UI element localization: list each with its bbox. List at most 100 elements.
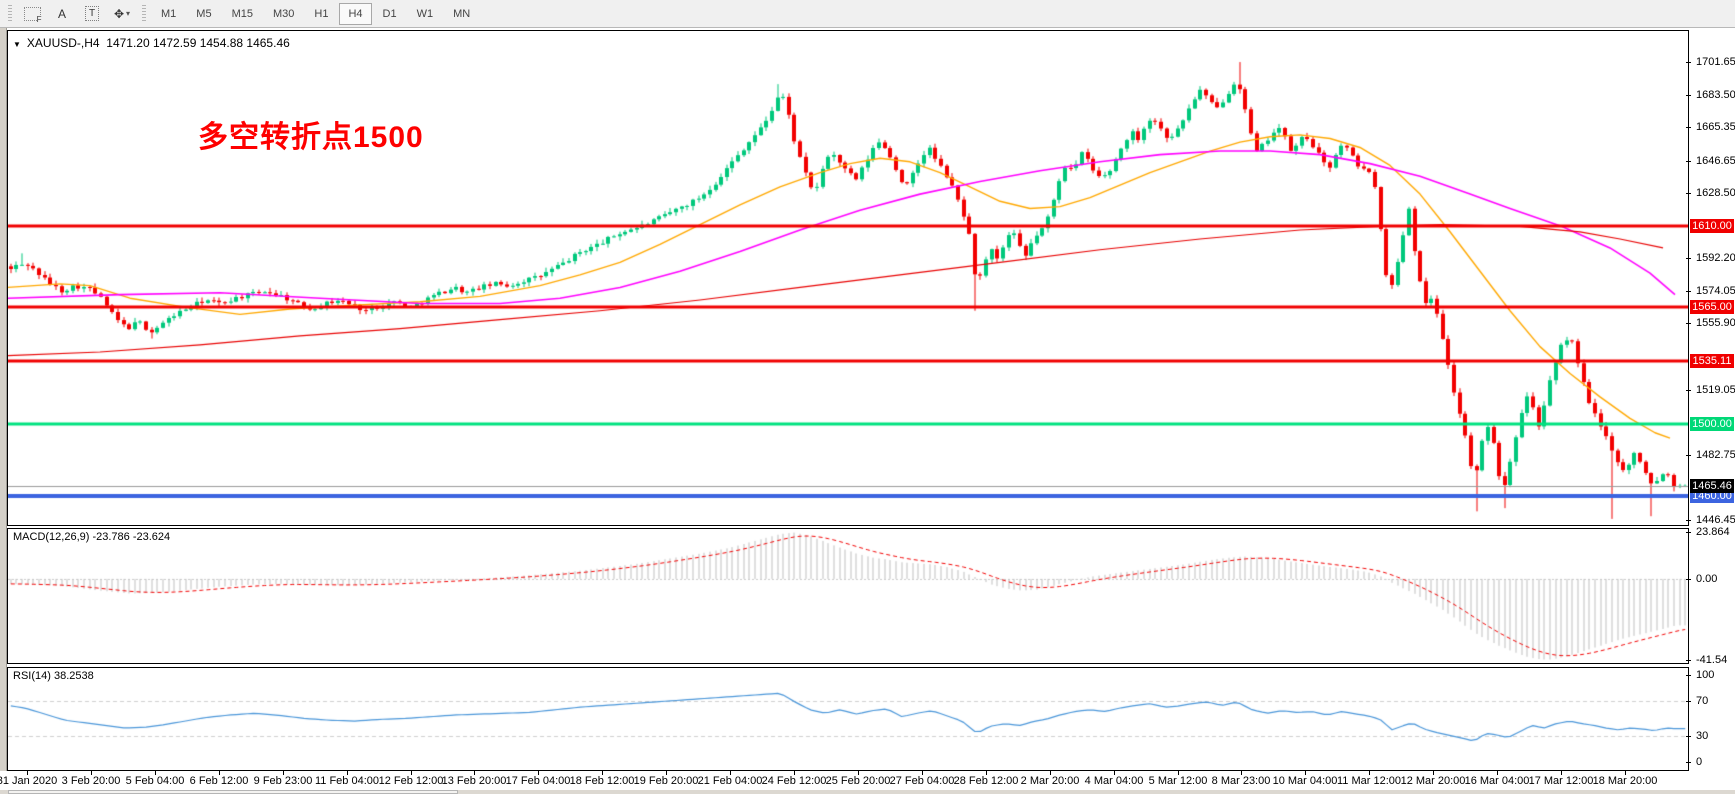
time-tick-label: 31 Jan 2020 xyxy=(0,775,57,787)
price-tick-label: 1482.75 xyxy=(1696,449,1735,461)
text-tool-icon: T xyxy=(85,6,99,21)
price-chart-panel xyxy=(7,30,1689,526)
axis-tick-mark xyxy=(1686,579,1691,580)
time-tick-label: 21 Feb 04:00 xyxy=(698,775,763,787)
grid-f-icon: F xyxy=(24,7,41,21)
axis-tick-mark xyxy=(1686,193,1691,194)
objects-tool-icon: ✥ xyxy=(114,7,124,21)
time-tick-label: 25 Feb 20:00 xyxy=(826,775,891,787)
axis-tick-mark xyxy=(1686,762,1691,763)
time-tick-label: 18 Mar 20:00 xyxy=(1593,775,1658,787)
axis-tick-mark xyxy=(1686,390,1691,391)
toolbar-grip[interactable] xyxy=(8,5,12,23)
time-tick-label: 4 Mar 04:00 xyxy=(1085,775,1144,787)
horizontal-scrollbar[interactable] xyxy=(0,790,1735,794)
time-axis[interactable]: 31 Jan 20203 Feb 20:005 Feb 04:006 Feb 1… xyxy=(0,771,1735,790)
rsi-tick-label: 70 xyxy=(1696,695,1708,707)
time-tick-label: 16 Mar 04:00 xyxy=(1465,775,1530,787)
objects-tool-button[interactable]: ✥▾ xyxy=(108,2,136,26)
symbol-dropdown-icon[interactable]: ▼ xyxy=(13,40,21,49)
time-tick-label: 12 Feb 12:00 xyxy=(379,775,444,787)
price-tick-label: 1683.50 xyxy=(1696,89,1735,101)
rsi-tick-label: 100 xyxy=(1696,669,1714,681)
time-tick-label: 17 Mar 12:00 xyxy=(1529,775,1594,787)
price-chart-canvas[interactable] xyxy=(8,31,1688,525)
axis-tick-mark xyxy=(1686,520,1691,521)
time-tick-label: 2 Mar 20:00 xyxy=(1021,775,1080,787)
macd-indicator-label: MACD(12,26,9) -23.786 -23.624 xyxy=(13,531,170,543)
macd-tick-label: -41.54 xyxy=(1696,654,1727,666)
axis-tick-mark xyxy=(1686,660,1691,661)
time-tick-label: 17 Feb 04:00 xyxy=(506,775,571,787)
axis-tick-mark xyxy=(1686,95,1691,96)
price-tick-label: 1446.45 xyxy=(1696,514,1735,526)
timeframe-m15-button[interactable]: M15 xyxy=(223,3,262,25)
axis-tick-mark xyxy=(1686,323,1691,324)
chart-text-annotation[interactable]: 多空转折点1500 xyxy=(198,112,424,156)
mt4-window: F A T ✥▾ M1M5M15M30H1H4D1W1MN ▼ XAUUSD-,H4 1… xyxy=(0,0,1735,794)
ohlc-readout: 1471.20 1472.59 1454.88 1465.46 xyxy=(106,36,290,50)
chart-header[interactable]: ▼ XAUUSD-,H4 1471.20 1472.59 1454.88 1465… xyxy=(13,36,290,50)
time-tick-label: 18 Feb 12:00 xyxy=(570,775,635,787)
object-tools-group: F A T ✥▾ xyxy=(17,2,137,26)
hline-price-badge: 1610.00 xyxy=(1690,219,1734,233)
time-tick-label: 9 Feb 23:00 xyxy=(254,775,313,787)
timeframe-h1-button[interactable]: H1 xyxy=(305,3,337,25)
macd-canvas[interactable] xyxy=(8,529,1688,663)
time-tick-label: 13 Feb 20:00 xyxy=(442,775,507,787)
price-axis[interactable]: 1701.651683.501665.351646.651628.501592.… xyxy=(1690,0,1735,794)
current-price-badge: 1465.46 xyxy=(1690,479,1734,493)
toolbar-grip-2[interactable] xyxy=(142,5,146,23)
time-tick-label: 11 Feb 04:00 xyxy=(315,775,379,787)
window-left-edge xyxy=(0,28,7,794)
price-tick-label: 1646.65 xyxy=(1696,155,1735,167)
time-tick-label: 19 Feb 20:00 xyxy=(634,775,699,787)
toolbar: F A T ✥▾ M1M5M15M30H1H4D1W1MN xyxy=(0,0,1735,28)
price-tick-label: 1592.20 xyxy=(1696,252,1735,264)
font-tool-icon: A xyxy=(58,7,66,21)
timeframe-m5-button[interactable]: M5 xyxy=(187,3,220,25)
grid-f-button[interactable]: F xyxy=(18,2,46,26)
timeframe-d1-button[interactable]: D1 xyxy=(374,3,406,25)
font-tool-button[interactable]: A xyxy=(48,2,76,26)
price-tick-label: 1574.05 xyxy=(1696,285,1735,297)
axis-tick-mark xyxy=(1686,62,1691,63)
objects-tool-dropdown-icon[interactable]: ▾ xyxy=(126,9,130,18)
timeframe-group: M1M5M15M30H1H4D1W1MN xyxy=(151,3,480,25)
hline-price-badge: 1500.00 xyxy=(1690,417,1734,431)
time-tick-label: 11 Mar 12:00 xyxy=(1337,775,1401,787)
rsi-indicator-label: RSI(14) 38.2538 xyxy=(13,670,94,682)
axis-tick-mark xyxy=(1686,291,1691,292)
time-tick-label: 8 Mar 23:00 xyxy=(1212,775,1271,787)
rsi-canvas[interactable] xyxy=(8,668,1688,770)
text-tool-button[interactable]: T xyxy=(78,2,106,26)
rsi-panel xyxy=(7,667,1689,771)
axis-tick-mark xyxy=(1686,127,1691,128)
time-tick-label: 3 Feb 20:00 xyxy=(62,775,121,787)
macd-tick-label: 0.00 xyxy=(1696,573,1717,585)
time-tick-label: 24 Feb 12:00 xyxy=(762,775,827,787)
timeframe-mn-button[interactable]: MN xyxy=(444,3,479,25)
axis-tick-mark xyxy=(1686,701,1691,702)
price-tick-label: 1519.05 xyxy=(1696,384,1735,396)
timeframe-w1-button[interactable]: W1 xyxy=(408,3,443,25)
time-tick-label: 5 Mar 12:00 xyxy=(1149,775,1208,787)
timeframe-m30-button[interactable]: M30 xyxy=(264,3,303,25)
timeframe-h4-button[interactable]: H4 xyxy=(339,3,371,25)
axis-tick-mark xyxy=(1686,675,1691,676)
axis-tick-mark xyxy=(1686,455,1691,456)
time-tick-label: 10 Mar 04:00 xyxy=(1273,775,1338,787)
price-tick-label: 1555.90 xyxy=(1696,317,1735,329)
symbol-title: XAUUSD-,H4 xyxy=(27,36,100,50)
timeframe-m1-button[interactable]: M1 xyxy=(152,3,185,25)
time-tick-label: 27 Feb 04:00 xyxy=(890,775,955,787)
rsi-tick-label: 30 xyxy=(1696,730,1708,742)
axis-tick-mark xyxy=(1686,736,1691,737)
macd-panel xyxy=(7,528,1689,664)
horizontal-scrollbar-thumb[interactable] xyxy=(8,790,458,794)
price-tick-label: 1701.65 xyxy=(1696,56,1735,68)
axis-tick-mark xyxy=(1686,532,1691,533)
price-tick-label: 1665.35 xyxy=(1696,121,1735,133)
time-tick-label: 6 Feb 12:00 xyxy=(190,775,249,787)
hline-price-badge: 1565.00 xyxy=(1690,300,1734,314)
